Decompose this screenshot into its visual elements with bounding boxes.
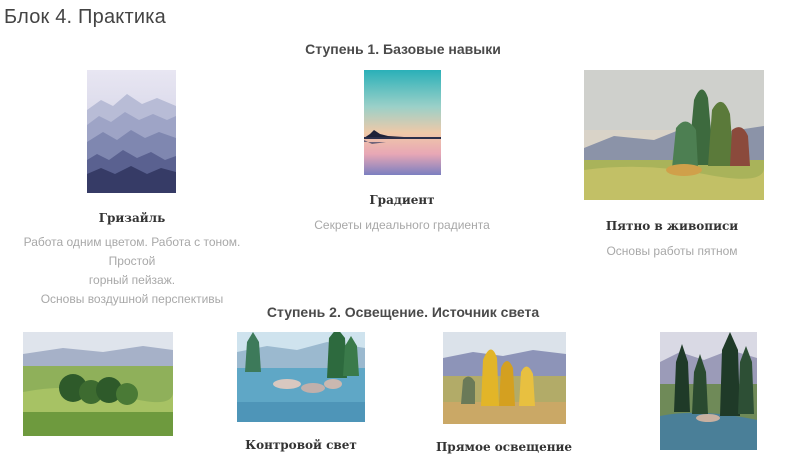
- lesson-image-gradient[interactable]: [364, 70, 441, 175]
- lesson-card-counter-light: Контровой свет: [208, 332, 394, 452]
- lesson-card-step2-1: [0, 332, 196, 450]
- desc-line: горный пейзаж.: [88, 273, 176, 287]
- lesson-title-direct-light[interactable]: Прямое освещение: [410, 440, 598, 454]
- lesson-image-counter-light[interactable]: [237, 332, 365, 422]
- desc-line: Работа одним цветом. Работа с тоном. Про…: [23, 235, 241, 268]
- lesson-image-step2-1[interactable]: [23, 332, 173, 436]
- lesson-image-step2-4[interactable]: [660, 332, 757, 450]
- lesson-card-direct-light: Прямое освещение: [410, 332, 598, 454]
- lesson-card-step2-4: [622, 332, 800, 450]
- step-2-title: Ступень 2. Освещение. Источник света: [266, 304, 540, 320]
- lesson-title-spot[interactable]: Пятно в живописи: [560, 219, 784, 233]
- step-1-title: Ступень 1. Базовые навыки: [305, 41, 501, 57]
- lesson-desc-spot: Основы работы пятном: [560, 242, 784, 261]
- block-title: Блок 4. Практика: [4, 6, 166, 28]
- lesson-card-gradient: Градиент Секреты идеального градиента: [282, 70, 522, 250]
- lesson-title-gradient[interactable]: Градиент: [282, 193, 522, 207]
- lesson-image-grisaille[interactable]: [87, 70, 176, 193]
- lesson-card-grisaille: Гризайль Работа одним цветом. Работа с т…: [0, 70, 264, 306]
- lesson-image-direct-light[interactable]: [443, 332, 566, 424]
- lesson-desc-gradient: Секреты идеального градиента: [282, 216, 522, 235]
- desc-line: Основы работы пятном: [606, 244, 738, 258]
- desc-line: Секреты идеального градиента: [314, 218, 490, 232]
- lesson-card-spot: Пятно в живописи Основы работы пятном: [560, 70, 784, 270]
- lesson-desc-grisaille: Работа одним цветом. Работа с тоном. Про…: [0, 233, 264, 309]
- lesson-image-spot[interactable]: [584, 70, 764, 200]
- lesson-title-grisaille[interactable]: Гризайль: [0, 211, 264, 225]
